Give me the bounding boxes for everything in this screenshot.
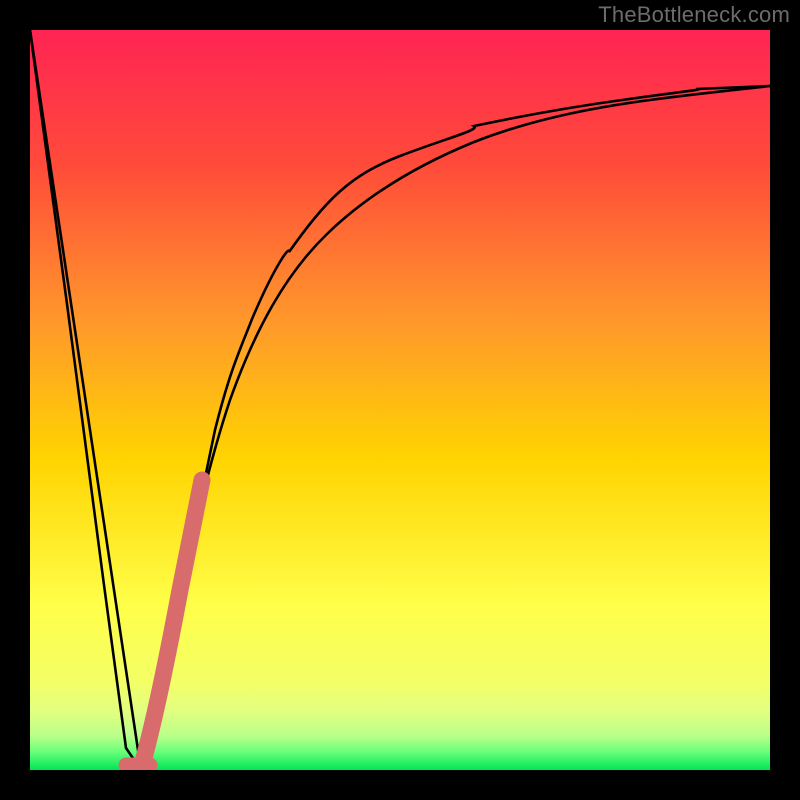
gradient-background bbox=[30, 30, 770, 770]
plot-area bbox=[30, 30, 770, 770]
watermark-text: TheBottleneck.com bbox=[598, 2, 790, 28]
chart-frame: TheBottleneck.com bbox=[0, 0, 800, 800]
chart-svg bbox=[30, 30, 770, 770]
